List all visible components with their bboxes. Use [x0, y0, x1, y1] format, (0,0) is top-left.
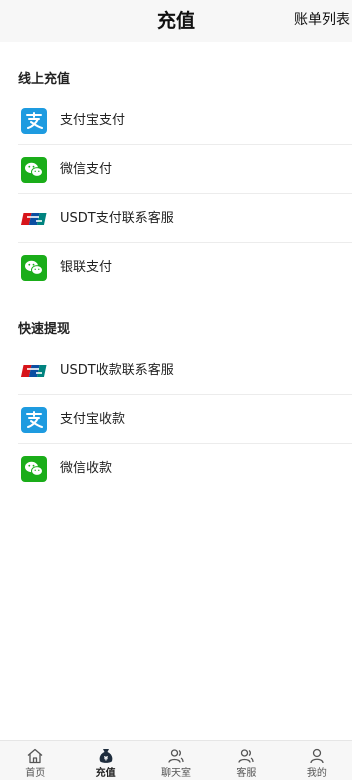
tab-chat-room[interactable]: 聊天室 — [141, 741, 211, 780]
alipay-receive-row[interactable]: 支付宝收款 — [0, 395, 352, 444]
wechat-pay-label: 微信支付 — [60, 162, 113, 177]
tab-home-label: 首页 — [25, 768, 46, 779]
bill-list-link[interactable]: 账单列表 — [294, 0, 352, 42]
user-icon — [310, 748, 324, 764]
usdt-receive-row[interactable]: USDT收款联系客服 — [0, 346, 352, 395]
unionpay-card-icon — [21, 365, 47, 377]
tab-recharge[interactable]: ¥ 充值 — [70, 741, 140, 780]
money-bag-icon: ¥ — [99, 749, 112, 763]
alipay-pay-row[interactable]: 支付宝支付 — [0, 96, 352, 145]
tab-chat-room-label: 聊天室 — [161, 768, 192, 779]
quick-withdraw-title: 快速提现 — [18, 322, 71, 337]
alipay-pay-label: 支付宝支付 — [60, 113, 126, 128]
wechat-icon — [21, 255, 47, 281]
tab-mine-label: 我的 — [306, 768, 327, 779]
tab-home[interactable]: 首页 — [0, 741, 70, 780]
usdt-receive-label: USDT收款联系客服 — [60, 363, 174, 378]
tab-customer-service[interactable]: 客服 — [211, 741, 281, 780]
home-icon — [27, 748, 43, 764]
wechat-pay-row[interactable]: 微信支付 — [0, 145, 352, 194]
wechat-receive-row[interactable]: 微信收款 — [0, 444, 352, 493]
usdt-pay-label: USDT支付联系客服 — [60, 211, 174, 226]
online-recharge-title: 线上充值 — [18, 72, 71, 87]
tab-recharge-label: 充值 — [95, 768, 116, 779]
alipay-icon — [21, 108, 47, 134]
tab-customer-service-label: 客服 — [236, 768, 257, 779]
tab-mine[interactable]: 我的 — [282, 741, 352, 780]
unionpay-pay-label: 银联支付 — [60, 260, 113, 275]
usdt-pay-row[interactable]: USDT支付联系客服 — [0, 194, 352, 243]
wechat-icon — [21, 157, 47, 183]
customer-service-icon — [238, 749, 255, 763]
unionpay-pay-row[interactable]: 银联支付 — [0, 243, 352, 292]
bottom-tab-bar: 首页 ¥ 充值 聊天室 客服 我的 — [0, 740, 352, 780]
wechat-receive-label: 微信收款 — [60, 461, 113, 476]
top-header: 充值 账单列表 — [0, 0, 352, 42]
unionpay-card-icon — [21, 213, 47, 225]
chat-users-icon — [168, 749, 184, 763]
alipay-icon — [21, 407, 47, 433]
wechat-icon — [21, 456, 47, 482]
alipay-receive-label: 支付宝收款 — [60, 412, 126, 427]
